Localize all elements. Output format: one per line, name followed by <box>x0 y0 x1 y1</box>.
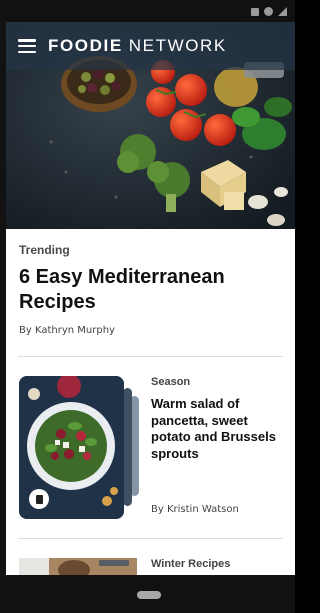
story-kicker: Season <box>151 376 191 388</box>
winter-thumbnail-image <box>19 558 137 575</box>
home-pill-icon[interactable] <box>137 591 161 599</box>
story-kicker: Winter Recipes <box>151 558 231 570</box>
system-nav-bar <box>0 575 295 613</box>
featured-title[interactable]: 6 Easy Mediterranean Recipes <box>19 265 283 315</box>
app-header: FOODIE NETWORK <box>6 22 295 70</box>
brand-name-light: NETWORK <box>128 36 227 55</box>
app-screen: FOODIE NETWORK Trending 6 Easy Mediterran… <box>6 22 295 575</box>
salad-thumbnail-image <box>19 376 124 519</box>
brand-logo[interactable]: FOODIE NETWORK <box>48 36 227 56</box>
story-title[interactable]: Warm salad of pancetta, sweet potato and… <box>151 396 284 462</box>
featured-byline: By Kathryn Murphy <box>19 325 115 336</box>
thumbnail-stack-middle <box>123 388 132 506</box>
story-byline: By Kristin Watson <box>151 504 239 515</box>
circle-icon <box>264 7 273 16</box>
story-text: Season Warm salad of pancetta, sweet pot… <box>151 376 284 515</box>
story-text: Winter Recipes <box>151 558 284 570</box>
bookmark-icon[interactable] <box>29 489 49 509</box>
triangle-icon <box>278 7 287 16</box>
divider <box>18 356 283 357</box>
brand-name-bold: FOODIE <box>48 36 123 55</box>
featured-article[interactable]: Trending 6 Easy Mediterranean Recipes By… <box>6 229 295 336</box>
status-bar <box>0 0 295 22</box>
phone-frame: FOODIE NETWORK Trending 6 Easy Mediterran… <box>0 0 295 613</box>
square-icon <box>251 7 259 16</box>
story-thumbnail[interactable] <box>19 376 139 519</box>
story-card[interactable]: Winter Recipes <box>19 558 284 575</box>
winter-illustration <box>19 558 137 575</box>
divider <box>18 538 283 539</box>
featured-kicker: Trending <box>19 243 70 257</box>
story-card[interactable]: Season Warm salad of pancetta, sweet pot… <box>19 376 284 521</box>
hamburger-menu-icon[interactable] <box>18 39 36 53</box>
status-icons <box>251 7 287 16</box>
